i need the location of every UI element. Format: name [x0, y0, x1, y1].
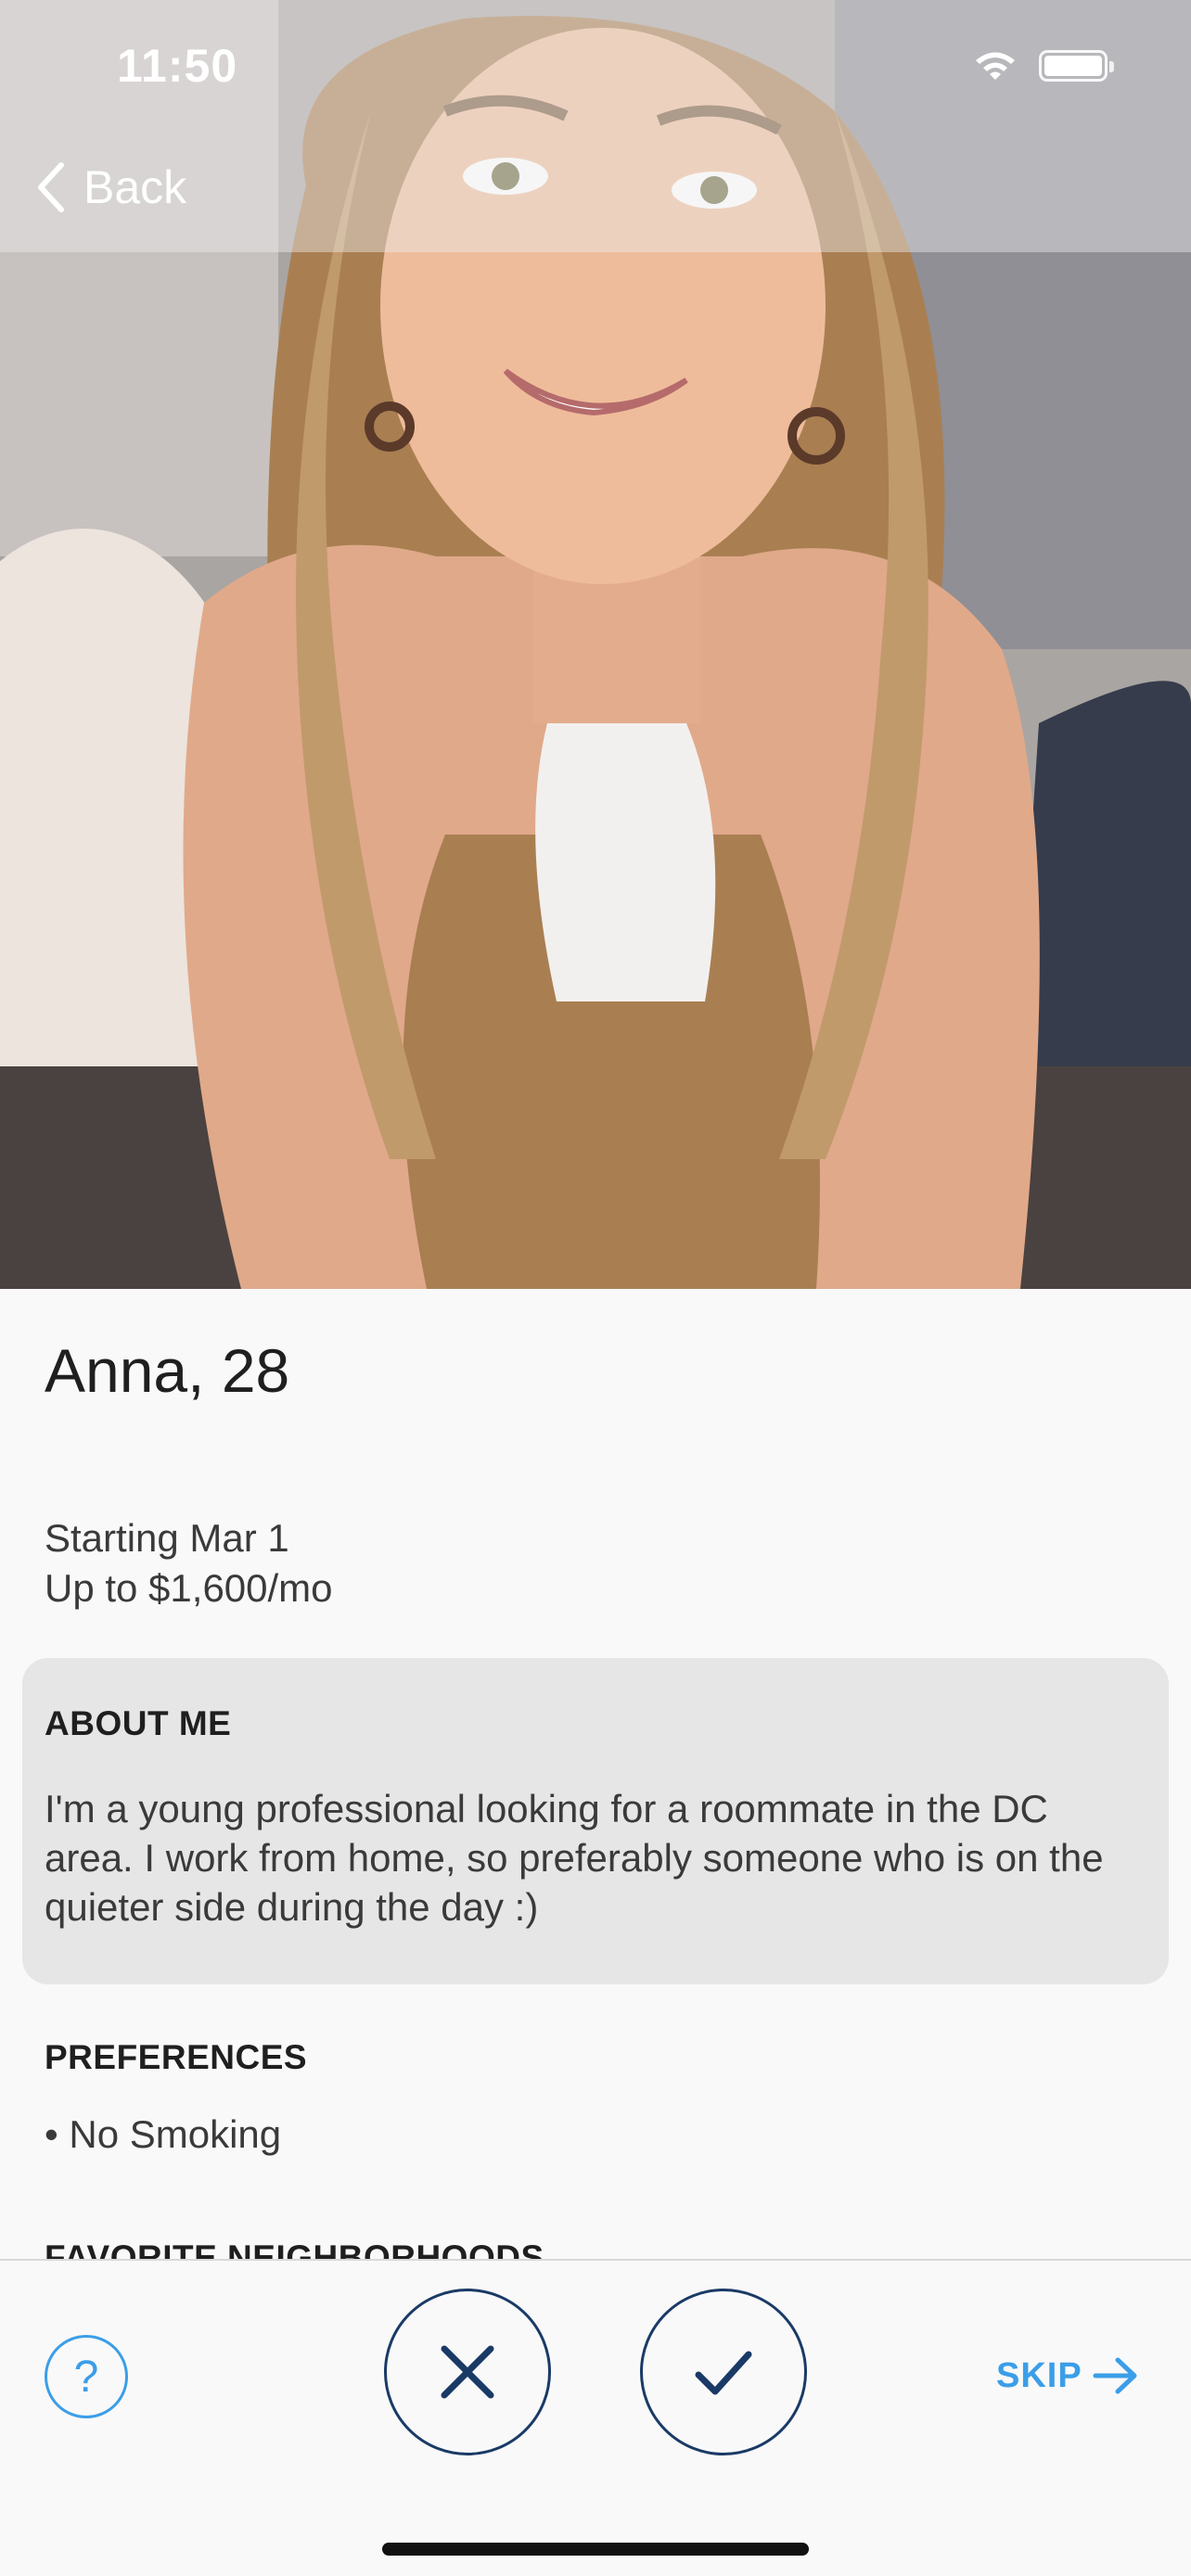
home-indicator — [382, 2543, 809, 2556]
back-label: Back — [83, 161, 187, 213]
check-icon — [695, 2351, 752, 2395]
start-date: Starting Mar 1 — [45, 1516, 289, 1560]
accept-button[interactable] — [640, 2289, 807, 2455]
x-icon — [441, 2345, 494, 2399]
availability-info: Starting Mar 1 Up to $1,600/mo — [45, 1513, 333, 1613]
back-button[interactable]: Back — [33, 159, 186, 215]
bottom-action-bar: ? SKIP — [0, 2259, 1191, 2576]
reject-button[interactable] — [384, 2289, 551, 2455]
help-button[interactable]: ? — [45, 2335, 128, 2418]
skip-label: SKIP — [996, 2355, 1082, 2395]
preferences-title: PREFERENCES — [45, 2038, 308, 2076]
wifi-icon — [976, 52, 1015, 80]
about-me-text: I'm a young professional looking for a r… — [45, 1787, 1104, 1929]
skip-button[interactable]: SKIP — [996, 2355, 1140, 2396]
about-me-title: ABOUT ME — [45, 1704, 232, 1742]
chevron-left-icon — [38, 162, 64, 212]
status-time: 11:50 — [117, 40, 238, 92]
arrow-right-icon — [1093, 2357, 1137, 2394]
battery-icon — [1039, 50, 1114, 82]
budget: Up to $1,600/mo — [45, 1566, 333, 1610]
status-icons — [972, 48, 1114, 83]
profile-name-age: Anna, 28 — [45, 1336, 290, 1405]
about-me-card: ABOUT ME I'm a young professional lookin… — [22, 1658, 1169, 1984]
preference-item: • No Smoking — [45, 2112, 282, 2156]
